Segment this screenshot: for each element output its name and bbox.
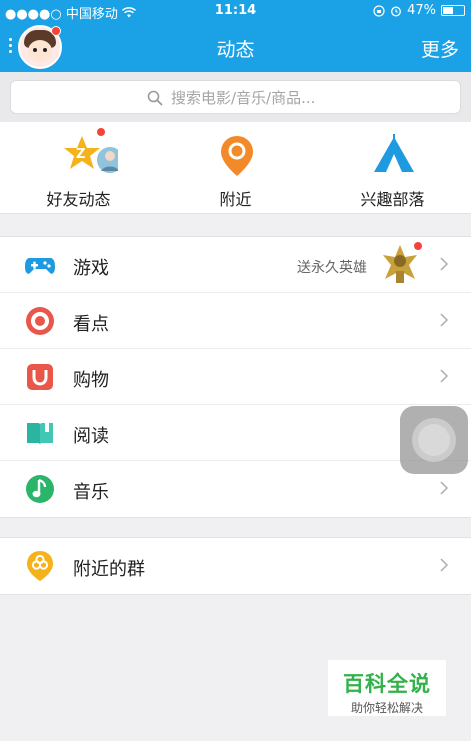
game-badge bbox=[413, 241, 423, 251]
nearby-group-icon bbox=[27, 551, 53, 581]
assistive-touch-button[interactable] bbox=[400, 406, 468, 474]
list-item-label: 看点 bbox=[73, 314, 109, 335]
battery-percent: 47% bbox=[407, 3, 436, 18]
chevron-right-icon bbox=[440, 257, 449, 271]
list-item-watch[interactable]: 看点 bbox=[0, 293, 471, 349]
svg-text:Z: Z bbox=[76, 147, 85, 162]
nav-bar: 动态 更多 bbox=[0, 22, 471, 72]
tent-icon bbox=[374, 134, 414, 172]
music-note-icon bbox=[26, 475, 54, 503]
app-header: ●●●●○ 中国移动 11:14 47% 动态 更多 bbox=[0, 0, 471, 72]
shopping-bag-icon bbox=[27, 364, 53, 390]
quick-entry-grid: Z 好友动态 附近 兴趣部落 bbox=[0, 122, 471, 214]
quick-item-label: 兴趣部落 bbox=[360, 190, 425, 209]
chevron-right-icon bbox=[440, 369, 449, 383]
list-item-game[interactable]: 游戏 送永久英雄 bbox=[0, 237, 471, 293]
status-bar: ●●●●○ 中国移动 11:14 47% bbox=[0, 0, 471, 22]
list-item-label: 阅读 bbox=[73, 426, 109, 447]
location-pin-icon bbox=[221, 136, 253, 176]
search-icon bbox=[147, 90, 163, 106]
list-item-shopping[interactable]: 购物 bbox=[0, 349, 471, 405]
list-item-label: 附近的群 bbox=[73, 559, 145, 580]
watermark: 百科全说 助你轻松解决 bbox=[328, 660, 446, 716]
watermark-subtitle: 助你轻松解决 bbox=[350, 701, 423, 715]
page-title: 动态 bbox=[216, 39, 255, 61]
list-item-music[interactable]: 音乐 bbox=[0, 461, 471, 517]
more-button[interactable]: 更多 bbox=[421, 35, 459, 62]
group-list: 附近的群 bbox=[0, 537, 471, 595]
watermark-title: 百科全说 bbox=[343, 672, 431, 696]
list-item-nearby-groups[interactable]: 附近的群 bbox=[0, 538, 471, 594]
quick-item-label: 好友动态 bbox=[46, 190, 111, 209]
quick-item-nearby[interactable]: 附近 bbox=[157, 122, 314, 214]
friends-feed-icon: Z bbox=[64, 136, 118, 175]
eye-icon bbox=[26, 307, 54, 335]
search-section bbox=[0, 72, 471, 122]
quick-item-friends-feed[interactable]: Z 好友动态 bbox=[0, 122, 157, 214]
alarm-icon bbox=[391, 6, 402, 16]
battery-icon bbox=[441, 5, 465, 16]
chevron-right-icon bbox=[440, 481, 449, 495]
promo-note: 送永久英雄 bbox=[297, 260, 367, 276]
gamepad-icon bbox=[25, 258, 55, 274]
list-item-label: 游戏 bbox=[73, 258, 109, 279]
feature-list: 游戏 送永久英雄 看点 购物 阅读 音乐 bbox=[0, 236, 471, 518]
quick-item-label: 附近 bbox=[219, 190, 252, 209]
chevron-right-icon bbox=[440, 558, 449, 572]
quick-item-interest-tribe[interactable]: 兴趣部落 bbox=[314, 122, 471, 214]
list-item-label: 音乐 bbox=[73, 482, 109, 503]
search-input[interactable] bbox=[171, 87, 431, 109]
book-icon bbox=[27, 423, 53, 445]
search-bar[interactable] bbox=[10, 80, 461, 114]
list-item-label: 购物 bbox=[73, 370, 109, 391]
chevron-right-icon bbox=[440, 313, 449, 327]
status-right: 47% bbox=[373, 3, 465, 18]
lock-rotation-icon bbox=[373, 4, 385, 17]
friends-feed-badge bbox=[96, 127, 106, 137]
